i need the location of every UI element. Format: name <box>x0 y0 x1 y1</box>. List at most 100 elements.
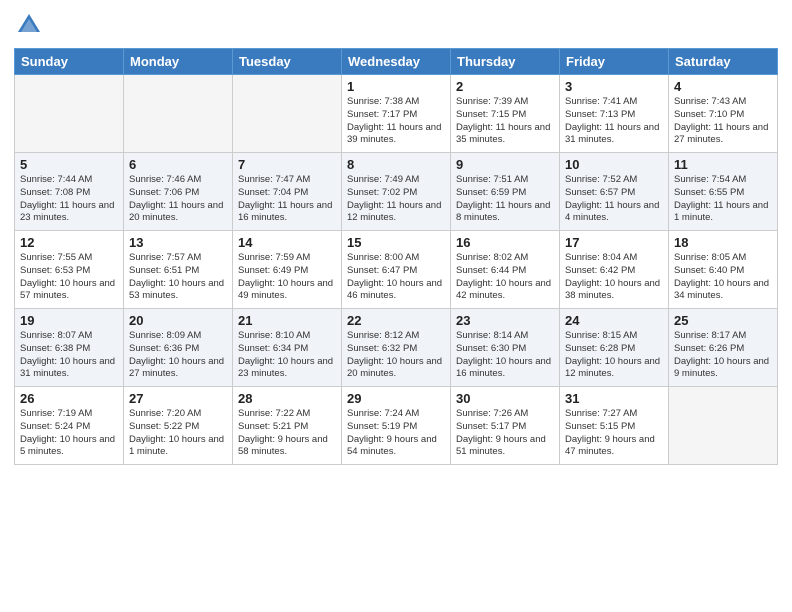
calendar-cell: 31 Sunrise: 7:27 AM Sunset: 5:15 PM Dayli… <box>560 387 669 465</box>
calendar-week-row: 12Sunrise: 7:55 AM Sunset: 6:53 PM Dayli… <box>15 231 778 309</box>
day-number: 28 <box>238 391 336 406</box>
day-info: Sunrise: 7:47 AM Sunset: 7:04 PM Dayligh… <box>238 174 336 225</box>
day-number: 5 <box>20 157 118 172</box>
day-number: 13 <box>129 235 227 250</box>
day-info: Sunrise: 8:07 AM Sunset: 6:38 PM Dayligh… <box>20 330 118 381</box>
calendar-header-thursday: Thursday <box>451 49 560 75</box>
day-number: 19 <box>20 313 118 328</box>
day-number: 18 <box>674 235 772 250</box>
day-info: Sunrise: 8:17 AM Sunset: 6:26 PM Dayligh… <box>674 330 772 381</box>
calendar-week-row: 1 Sunrise: 7:38 AM Sunset: 7:17 PM Daylig… <box>15 75 778 153</box>
calendar-cell: 14 Sunrise: 7:59 AM Sunset: 6:49 PM Dayli… <box>233 231 342 309</box>
day-number: 11 <box>674 157 772 172</box>
day-number: 8 <box>347 157 445 172</box>
calendar-header-tuesday: Tuesday <box>233 49 342 75</box>
day-info: Sunrise: 7:20 AM Sunset: 5:22 PM Dayligh… <box>129 408 227 459</box>
day-number: 22 <box>347 313 445 328</box>
calendar-cell: 15 Sunrise: 8:00 AM Sunset: 6:47 PM Dayli… <box>342 231 451 309</box>
day-info: Sunrise: 7:52 AM Sunset: 6:57 PM Dayligh… <box>565 174 663 225</box>
day-info: Sunrise: 7:43 AM Sunset: 7:10 PM Dayligh… <box>674 96 772 147</box>
logo-icon <box>14 10 44 40</box>
calendar-table: SundayMondayTuesdayWednesdayThursdayFrid… <box>14 48 778 465</box>
day-number: 4 <box>674 79 772 94</box>
calendar-cell <box>15 75 124 153</box>
calendar-cell: 23 Sunrise: 8:14 AM Sunset: 6:30 PM Dayli… <box>451 309 560 387</box>
day-info: Sunrise: 8:00 AM Sunset: 6:47 PM Dayligh… <box>347 252 445 303</box>
day-info: Sunrise: 7:46 AM Sunset: 7:06 PM Dayligh… <box>129 174 227 225</box>
day-info: Sunrise: 7:27 AM Sunset: 5:15 PM Dayligh… <box>565 408 663 459</box>
calendar-header-sunday: Sunday <box>15 49 124 75</box>
day-number: 9 <box>456 157 554 172</box>
day-number: 6 <box>129 157 227 172</box>
day-number: 29 <box>347 391 445 406</box>
day-number: 12 <box>20 235 118 250</box>
calendar-week-row: 5 Sunrise: 7:44 AM Sunset: 7:08 PM Daylig… <box>15 153 778 231</box>
day-info: Sunrise: 7:49 AM Sunset: 7:02 PM Dayligh… <box>347 174 445 225</box>
calendar-week-row: 26 Sunrise: 7:19 AM Sunset: 5:24 PM Dayli… <box>15 387 778 465</box>
calendar-cell: 9 Sunrise: 7:51 AM Sunset: 6:59 PM Daylig… <box>451 153 560 231</box>
calendar-cell: 30 Sunrise: 7:26 AM Sunset: 5:17 PM Dayli… <box>451 387 560 465</box>
calendar-cell: 26 Sunrise: 7:19 AM Sunset: 5:24 PM Dayli… <box>15 387 124 465</box>
calendar-cell: 7 Sunrise: 7:47 AM Sunset: 7:04 PM Daylig… <box>233 153 342 231</box>
calendar-cell: 16 Sunrise: 8:02 AM Sunset: 6:44 PM Dayli… <box>451 231 560 309</box>
calendar-cell: 28Sunrise: 7:22 AM Sunset: 5:21 PM Dayli… <box>233 387 342 465</box>
calendar-cell: 27 Sunrise: 7:20 AM Sunset: 5:22 PM Dayli… <box>124 387 233 465</box>
day-info: Sunrise: 8:04 AM Sunset: 6:42 PM Dayligh… <box>565 252 663 303</box>
day-info: Sunrise: 7:38 AM Sunset: 7:17 PM Dayligh… <box>347 96 445 147</box>
calendar-cell: 21 Sunrise: 8:10 AM Sunset: 6:34 PM Dayli… <box>233 309 342 387</box>
calendar-cell: 24 Sunrise: 8:15 AM Sunset: 6:28 PM Dayli… <box>560 309 669 387</box>
calendar-cell: 18 Sunrise: 8:05 AM Sunset: 6:40 PM Dayli… <box>669 231 778 309</box>
day-info: Sunrise: 7:41 AM Sunset: 7:13 PM Dayligh… <box>565 96 663 147</box>
day-number: 1 <box>347 79 445 94</box>
day-info: Sunrise: 7:39 AM Sunset: 7:15 PM Dayligh… <box>456 96 554 147</box>
day-info: Sunrise: 8:05 AM Sunset: 6:40 PM Dayligh… <box>674 252 772 303</box>
day-info: Sunrise: 7:51 AM Sunset: 6:59 PM Dayligh… <box>456 174 554 225</box>
day-number: 17 <box>565 235 663 250</box>
calendar-week-row: 19 Sunrise: 8:07 AM Sunset: 6:38 PM Dayli… <box>15 309 778 387</box>
calendar-cell: 3Sunrise: 7:41 AM Sunset: 7:13 PM Daylig… <box>560 75 669 153</box>
day-number: 31 <box>565 391 663 406</box>
day-info: Sunrise: 7:59 AM Sunset: 6:49 PM Dayligh… <box>238 252 336 303</box>
calendar-cell: 11 Sunrise: 7:54 AM Sunset: 6:55 PM Dayli… <box>669 153 778 231</box>
day-number: 14 <box>238 235 336 250</box>
calendar-cell: 4 Sunrise: 7:43 AM Sunset: 7:10 PM Daylig… <box>669 75 778 153</box>
day-info: Sunrise: 7:24 AM Sunset: 5:19 PM Dayligh… <box>347 408 445 459</box>
calendar-cell: 29 Sunrise: 7:24 AM Sunset: 5:19 PM Dayli… <box>342 387 451 465</box>
day-number: 21 <box>238 313 336 328</box>
day-info: Sunrise: 7:19 AM Sunset: 5:24 PM Dayligh… <box>20 408 118 459</box>
day-info: Sunrise: 8:10 AM Sunset: 6:34 PM Dayligh… <box>238 330 336 381</box>
day-number: 7 <box>238 157 336 172</box>
calendar-cell: 10 Sunrise: 7:52 AM Sunset: 6:57 PM Dayli… <box>560 153 669 231</box>
calendar-cell: 13 Sunrise: 7:57 AM Sunset: 6:51 PM Dayli… <box>124 231 233 309</box>
day-number: 26 <box>20 391 118 406</box>
day-number: 30 <box>456 391 554 406</box>
day-info: Sunrise: 8:14 AM Sunset: 6:30 PM Dayligh… <box>456 330 554 381</box>
page-container: SundayMondayTuesdayWednesdayThursdayFrid… <box>0 0 792 612</box>
calendar-cell: 17 Sunrise: 8:04 AM Sunset: 6:42 PM Dayli… <box>560 231 669 309</box>
day-info: Sunrise: 7:26 AM Sunset: 5:17 PM Dayligh… <box>456 408 554 459</box>
day-number: 25 <box>674 313 772 328</box>
day-number: 24 <box>565 313 663 328</box>
day-info: Sunrise: 7:57 AM Sunset: 6:51 PM Dayligh… <box>129 252 227 303</box>
day-number: 16 <box>456 235 554 250</box>
day-info: Sunrise: 8:12 AM Sunset: 6:32 PM Dayligh… <box>347 330 445 381</box>
day-info: Sunrise: 8:15 AM Sunset: 6:28 PM Dayligh… <box>565 330 663 381</box>
day-number: 15 <box>347 235 445 250</box>
calendar-cell: 19 Sunrise: 8:07 AM Sunset: 6:38 PM Dayli… <box>15 309 124 387</box>
calendar-header-friday: Friday <box>560 49 669 75</box>
calendar-cell: 2Sunrise: 7:39 AM Sunset: 7:15 PM Daylig… <box>451 75 560 153</box>
calendar-header-row: SundayMondayTuesdayWednesdayThursdayFrid… <box>15 49 778 75</box>
calendar-cell: 12Sunrise: 7:55 AM Sunset: 6:53 PM Dayli… <box>15 231 124 309</box>
day-number: 10 <box>565 157 663 172</box>
header <box>14 10 778 40</box>
day-number: 27 <box>129 391 227 406</box>
day-info: Sunrise: 8:02 AM Sunset: 6:44 PM Dayligh… <box>456 252 554 303</box>
day-info: Sunrise: 8:09 AM Sunset: 6:36 PM Dayligh… <box>129 330 227 381</box>
day-number: 23 <box>456 313 554 328</box>
day-info: Sunrise: 7:44 AM Sunset: 7:08 PM Dayligh… <box>20 174 118 225</box>
day-number: 20 <box>129 313 227 328</box>
calendar-cell: 20 Sunrise: 8:09 AM Sunset: 6:36 PM Dayli… <box>124 309 233 387</box>
calendar-cell: 6 Sunrise: 7:46 AM Sunset: 7:06 PM Daylig… <box>124 153 233 231</box>
calendar-cell: 5 Sunrise: 7:44 AM Sunset: 7:08 PM Daylig… <box>15 153 124 231</box>
day-info: Sunrise: 7:54 AM Sunset: 6:55 PM Dayligh… <box>674 174 772 225</box>
